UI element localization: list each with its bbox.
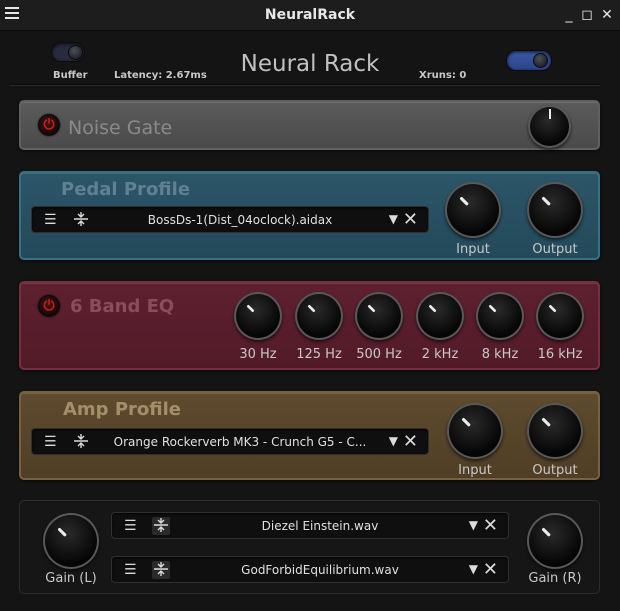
knob-body (478, 294, 522, 338)
menu-icon[interactable]: ☰ (124, 518, 137, 534)
window-title: NeuralRack (264, 7, 356, 23)
pedal-profile-title: Pedal Profile (61, 179, 191, 200)
dropdown-icon[interactable]: ▼ (389, 212, 398, 226)
pedal-profile-panel: Pedal Profile ☰ BossDs-1(Dist_04oclock).… (19, 171, 600, 260)
clear-icon[interactable]: ✕ (403, 431, 418, 452)
eq-panel: ⏻ 6 Band EQ 30 Hz 125 Hz 500 Hz 2 kHz 8 kHz 1… (19, 281, 600, 370)
split-icon[interactable] (72, 433, 90, 451)
power-icon[interactable]: ⏻ (38, 295, 60, 317)
knob-body (418, 294, 462, 338)
maximize-button[interactable]: ◻ (577, 6, 597, 24)
menu-icon[interactable]: ☰ (44, 434, 57, 450)
header-divider (10, 84, 600, 86)
amp-profile-panel: Amp Profile ☰ Orange Rockerverb MK3 - Cr… (19, 391, 600, 480)
knob-ring (536, 292, 584, 340)
pedal-file-name: BossDs-1(Dist_04oclock).aidax (147, 213, 333, 227)
split-icon[interactable] (152, 517, 170, 535)
ir-right-file-name: GodForbidEquilibrium.wav (241, 563, 399, 577)
ir-right-file-selector[interactable]: ☰ GodForbidEquilibrium.wav ▼ ✕ (111, 556, 509, 583)
knob-ring (234, 292, 282, 340)
toggle-knob (533, 53, 548, 68)
amp-profile-title: Amp Profile (63, 399, 181, 420)
knob-ring (476, 292, 524, 340)
dropdown-icon[interactable]: ▼ (469, 562, 478, 576)
knob-body (357, 294, 401, 338)
bypass-toggle[interactable] (506, 50, 552, 71)
knob-ring (295, 292, 343, 340)
dropdown-icon[interactable]: ▼ (469, 518, 478, 532)
minimize-button[interactable]: _ (559, 6, 579, 24)
pedal-file-selector[interactable]: ☰ BossDs-1(Dist_04oclock).aidax ▼ ✕ (31, 206, 429, 233)
clear-icon[interactable]: ✕ (483, 559, 498, 580)
title-bar: NeuralRack _ ◻ ✕ (0, 0, 620, 31)
close-button[interactable]: ✕ (597, 6, 617, 24)
noise-gate-panel: ⏻ Noise Gate (19, 100, 600, 150)
menu-icon[interactable]: ☰ (44, 212, 57, 228)
dropdown-icon[interactable]: ▼ (389, 434, 398, 448)
knob-body (236, 294, 280, 338)
xruns-readout: Xruns: 0 (419, 70, 467, 81)
amp-file-selector[interactable]: ☰ Orange Rockerverb MK3 - Crunch G5 - C.… (31, 428, 429, 455)
gain-left-label: Gain (L) (45, 571, 97, 586)
clear-icon[interactable]: ✕ (483, 515, 498, 536)
ir-panel: Gain (L) ☰ Diezel Einstein.wav ▼ ✕ ☰ God… (19, 500, 600, 594)
eq-title: 6 Band EQ (70, 296, 175, 317)
knob-ring (355, 292, 403, 340)
knob-ring (416, 292, 464, 340)
menu-icon[interactable]: ☰ (124, 562, 137, 578)
power-icon[interactable]: ⏻ (38, 114, 60, 136)
ir-left-file-selector[interactable]: ☰ Diezel Einstein.wav ▼ ✕ (111, 512, 509, 539)
gain-right-label: Gain (R) (528, 571, 582, 586)
pedal-output-label: Output (532, 242, 578, 257)
clear-icon[interactable]: ✕ (403, 209, 418, 230)
ir-left-file-name: Diezel Einstein.wav (261, 519, 379, 533)
split-icon[interactable] (152, 561, 170, 579)
split-icon[interactable] (72, 211, 90, 229)
amp-file-name: Orange Rockerverb MK3 - Crunch G5 - C... (113, 435, 367, 449)
knob-body (297, 294, 341, 338)
amp-output-label: Output (532, 463, 578, 478)
knob-body (538, 294, 582, 338)
noise-gate-title: Noise Gate (68, 117, 173, 139)
eq-band-label: 16 kHz (537, 347, 583, 362)
